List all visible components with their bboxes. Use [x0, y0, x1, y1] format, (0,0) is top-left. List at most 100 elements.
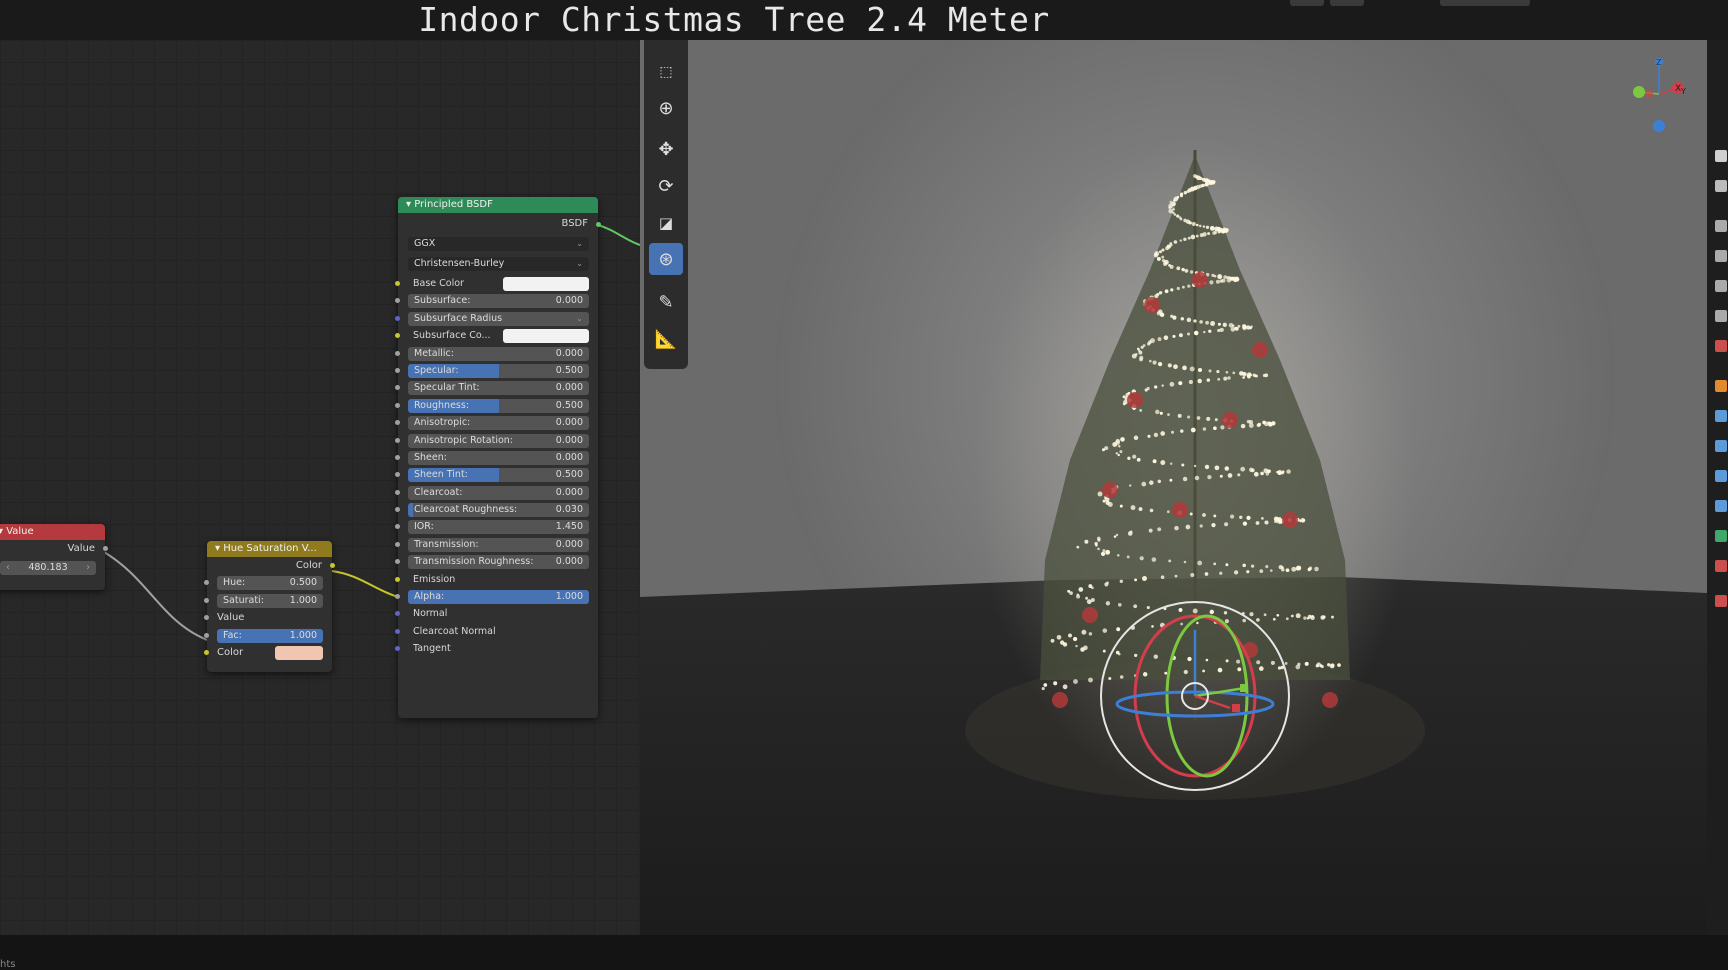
principled-bsdf-node[interactable]: ▾ Principled BSDF BSDF GGX ⌄ Christensen… [395, 197, 601, 718]
bsdf-field[interactable]: IOR: 1.450 [408, 520, 589, 535]
value-output-socket[interactable] [103, 546, 108, 551]
subsurface-color-swatch[interactable] [503, 329, 589, 344]
annotate-icon[interactable]: ✎ [649, 286, 683, 318]
bsdf-field[interactable]: Metallic: 0.000 [408, 346, 589, 361]
texture-tab-icon[interactable] [1715, 595, 1727, 607]
saturation-field[interactable]: Saturati: 1.000 [217, 593, 323, 608]
bsdf-field-socket[interactable] [395, 402, 400, 408]
bsdf-field-socket[interactable] [395, 385, 400, 391]
collection-tab-icon[interactable] [1715, 340, 1727, 352]
bsdf-field-socket[interactable] [395, 367, 400, 373]
object-tab-icon[interactable] [1715, 380, 1727, 392]
bsdf-field[interactable]: Roughness: 0.500 [408, 398, 589, 413]
rotate-icon[interactable]: ⟳ [649, 170, 683, 202]
bsdf-field-value: 1.450 [555, 521, 583, 533]
bsdf-output-socket[interactable] [596, 222, 601, 227]
bsdf-field-socket[interactable] [395, 420, 400, 426]
shader-node-editor[interactable]: ▾ Value Value ‹ 480.183 › ▾ Hue Saturati… [0, 40, 640, 935]
color-swatch[interactable] [275, 645, 323, 660]
emission-socket[interactable] [395, 576, 400, 582]
bsdf-field[interactable]: Clearcoat: 0.000 [408, 485, 589, 500]
physics-tab-icon[interactable] [1715, 470, 1727, 482]
bsdf-field[interactable]: Specular: 0.500 [408, 363, 589, 378]
bsdf-field[interactable]: Sheen: 0.000 [408, 450, 589, 465]
bsdf-field-socket[interactable] [395, 524, 400, 530]
subsurface-color-socket[interactable] [395, 333, 400, 339]
bsdf-field[interactable]: Clearcoat Roughness: 0.030 [408, 503, 589, 518]
saturation-input-socket[interactable] [204, 597, 209, 603]
increment-arrow-icon[interactable]: › [86, 561, 90, 575]
navigation-gizmo[interactable]: X Y Z [1619, 54, 1689, 134]
subsurface-radius-label: Subsurface Radius [414, 312, 503, 324]
view-layer-tab-icon[interactable] [1715, 250, 1727, 262]
3d-viewport[interactable]: ⬚ ⊕ ✥ ⟳ ◪ ⊛ ✎ 📐 X Y Z [640, 40, 1707, 935]
bsdf-node-header[interactable]: ▾ Principled BSDF [398, 197, 598, 213]
transform-icon[interactable]: ⊛ [649, 243, 683, 275]
data-tab-icon[interactable] [1715, 530, 1727, 542]
bsdf-field[interactable]: Anisotropic: 0.000 [408, 416, 589, 431]
subsurface-radius-socket[interactable] [395, 315, 400, 321]
video-title: Indoor Christmas Tree 2.4 Meter [0, 0, 1728, 40]
y-axis-icon [1633, 86, 1645, 98]
bsdf-field-socket[interactable] [395, 559, 400, 565]
value-node[interactable]: ▾ Value Value ‹ 480.183 › [0, 524, 108, 590]
render-tab-icon[interactable] [1715, 180, 1727, 192]
hue-node-header[interactable]: ▾ Hue Saturation V... [207, 541, 332, 557]
bsdf-field-socket[interactable] [395, 298, 400, 304]
tool-tab-icon[interactable] [1715, 150, 1727, 162]
base-color-row: Base Color [395, 275, 598, 292]
bsdf-field[interactable]: Specular Tint: 0.000 [408, 381, 589, 396]
decrement-arrow-icon[interactable]: ‹ [6, 561, 10, 575]
bsdf-field[interactable]: Subsurface: 0.000 [408, 294, 589, 309]
scale-icon[interactable]: ◪ [649, 207, 683, 239]
bsdf-field[interactable]: Sheen Tint: 0.500 [408, 468, 589, 483]
tangent-socket[interactable] [395, 646, 400, 652]
move-icon[interactable]: ✥ [649, 133, 683, 165]
scene-tab-icon[interactable] [1715, 280, 1727, 292]
hue-input-socket[interactable] [204, 580, 209, 586]
bsdf-field-socket[interactable] [395, 350, 400, 356]
clearcoat-normal-socket[interactable] [395, 628, 400, 634]
modifier-tab-icon[interactable] [1715, 410, 1727, 422]
output-tab-icon[interactable] [1715, 220, 1727, 232]
saturation-row: Saturati: 1.000 [204, 592, 332, 609]
base-color-swatch[interactable] [503, 277, 589, 291]
hue-saturation-node[interactable]: ▾ Hue Saturation V... Color Hue: 0.500 S… [204, 541, 335, 672]
normal-socket[interactable] [395, 611, 400, 617]
hue-field[interactable]: Hue: 0.500 [217, 576, 323, 591]
material-tab-icon[interactable] [1715, 560, 1727, 572]
bsdf-field-socket[interactable] [395, 437, 400, 443]
alpha-field[interactable]: Alpha: 1.000 [408, 590, 589, 605]
base-color-socket[interactable] [395, 281, 400, 286]
subsurface-radius-dropdown[interactable]: Subsurface Radius ⌄ [408, 311, 589, 326]
color-input-socket[interactable] [204, 649, 209, 655]
subsurface-method-dropdown[interactable]: Christensen-Burley ⌄ [408, 257, 589, 271]
bsdf-field-socket[interactable] [395, 454, 400, 460]
value-field[interactable]: ‹ 480.183 › [0, 561, 96, 576]
bsdf-field-socket[interactable] [395, 541, 400, 547]
value-node-header[interactable]: ▾ Value [0, 524, 105, 540]
collapse-arrow-icon[interactable]: ▾ [406, 199, 414, 210]
select-box-icon[interactable]: ⬚ [649, 56, 683, 88]
bsdf-field[interactable]: Transmission Roughness: 0.000 [408, 555, 589, 570]
cursor-icon[interactable]: ⊕ [649, 92, 683, 124]
fac-input-socket[interactable] [204, 632, 209, 638]
bsdf-field[interactable]: Transmission: 0.000 [408, 537, 589, 552]
alpha-socket[interactable] [395, 594, 400, 600]
chevron-down-icon: ⌄ [576, 313, 583, 323]
measure-icon[interactable]: 📐 [649, 323, 683, 355]
collapse-arrow-icon[interactable]: ▾ [215, 543, 223, 554]
particles-tab-icon[interactable] [1715, 440, 1727, 452]
bsdf-field-socket[interactable] [395, 489, 400, 495]
bsdf-field[interactable]: Anisotropic Rotation: 0.000 [408, 433, 589, 448]
world-tab-icon[interactable] [1715, 310, 1727, 322]
value-input-socket[interactable] [204, 615, 209, 621]
hue-output-socket[interactable] [330, 563, 335, 568]
distribution-dropdown[interactable]: GGX ⌄ [408, 237, 589, 251]
subsurface-color-label: Subsurface Co... [413, 330, 491, 342]
bsdf-field-socket[interactable] [395, 472, 400, 478]
constraints-tab-icon[interactable] [1715, 500, 1727, 512]
viewport-toolbar: ⬚ ⊕ ✥ ⟳ ◪ ⊛ ✎ 📐 [644, 40, 688, 369]
fac-field[interactable]: Fac: 1.000 [217, 628, 323, 643]
bsdf-field-socket[interactable] [395, 507, 400, 513]
